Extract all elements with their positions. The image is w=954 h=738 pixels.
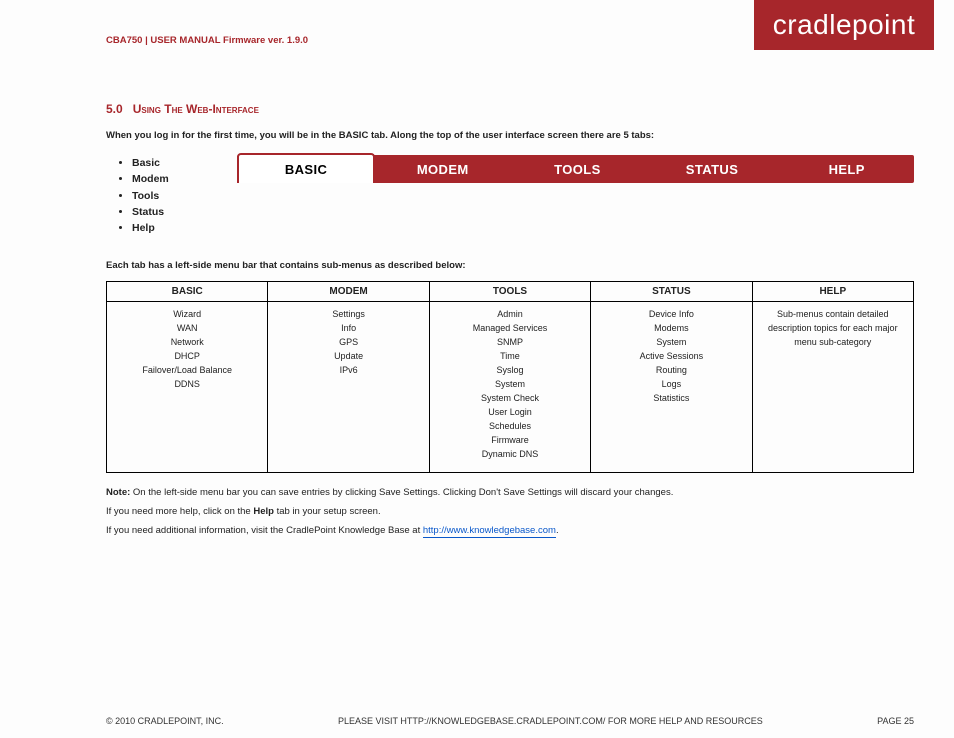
col-header: BASIC: [107, 282, 268, 302]
table-cell: Sub-menus contain detailed description t…: [752, 302, 913, 472]
note-save-settings: Note: On the left-side menu bar you can …: [106, 487, 914, 498]
tab-basic[interactable]: BASIC: [237, 153, 376, 183]
section-number: 5.0: [106, 102, 123, 116]
submenu-table: BASIC MODEM TOOLS STATUS HELP Wizard WAN…: [106, 281, 914, 472]
bullet-item: Help: [132, 220, 169, 236]
section-title-text: Using The Web-Interface: [133, 102, 259, 116]
note-knowledge-base: If you need additional information, visi…: [106, 525, 914, 536]
bullet-item: Status: [132, 204, 169, 220]
col-header: MODEM: [268, 282, 429, 302]
bullet-item: Basic: [132, 155, 169, 171]
note-help-tab: If you need more help, click on the Help…: [106, 506, 914, 517]
footer-help-url: PLEASE VISIT HTTP://KNOWLEDGEBASE.CRADLE…: [338, 716, 763, 726]
footer-copyright: © 2010 CRADLEPOINT, INC.: [106, 716, 224, 726]
col-header: TOOLS: [429, 282, 590, 302]
brand-logo-text: cradlepoint: [773, 9, 915, 41]
bullet-item: Tools: [132, 188, 169, 204]
notes-block: Note: On the left-side menu bar you can …: [106, 487, 914, 536]
section-heading: 5.0 Using The Web-Interface: [106, 102, 914, 116]
tab-status[interactable]: STATUS: [645, 155, 780, 183]
table-cell: Device Info Modems System Active Session…: [591, 302, 752, 472]
page-footer: © 2010 CRADLEPOINT, INC. PLEASE VISIT HT…: [106, 716, 914, 726]
bullet-item: Modem: [132, 171, 169, 187]
tab-help[interactable]: HELP: [779, 155, 914, 183]
doc-header-line: CBA750 | USER MANUAL Firmware ver. 1.9.0: [106, 35, 308, 46]
sidebar-note: Each tab has a left-side menu bar that c…: [106, 260, 914, 271]
table-cell: Wizard WAN Network DHCP Failover/Load Ba…: [107, 302, 268, 472]
kb-link[interactable]: http://www.knowledgebase.com: [423, 525, 556, 538]
section-intro: When you log in for the first time, you …: [106, 130, 914, 141]
table-cell: Admin Managed Services SNMP Time Syslog …: [429, 302, 590, 472]
col-header: HELP: [752, 282, 913, 302]
table-cell: Settings Info GPS Update IPv6: [268, 302, 429, 472]
tab-tools[interactable]: TOOLS: [510, 155, 645, 183]
col-header: STATUS: [591, 282, 752, 302]
footer-page-num: PAGE 25: [877, 716, 914, 726]
tab-name-bullets: Basic Modem Tools Status Help: [106, 155, 169, 236]
tab-modem[interactable]: MODEM: [375, 155, 510, 183]
brand-logo: cradlepoint: [754, 0, 934, 50]
admin-tab-bar: BASIC MODEM TOOLS STATUS HELP: [237, 155, 914, 183]
